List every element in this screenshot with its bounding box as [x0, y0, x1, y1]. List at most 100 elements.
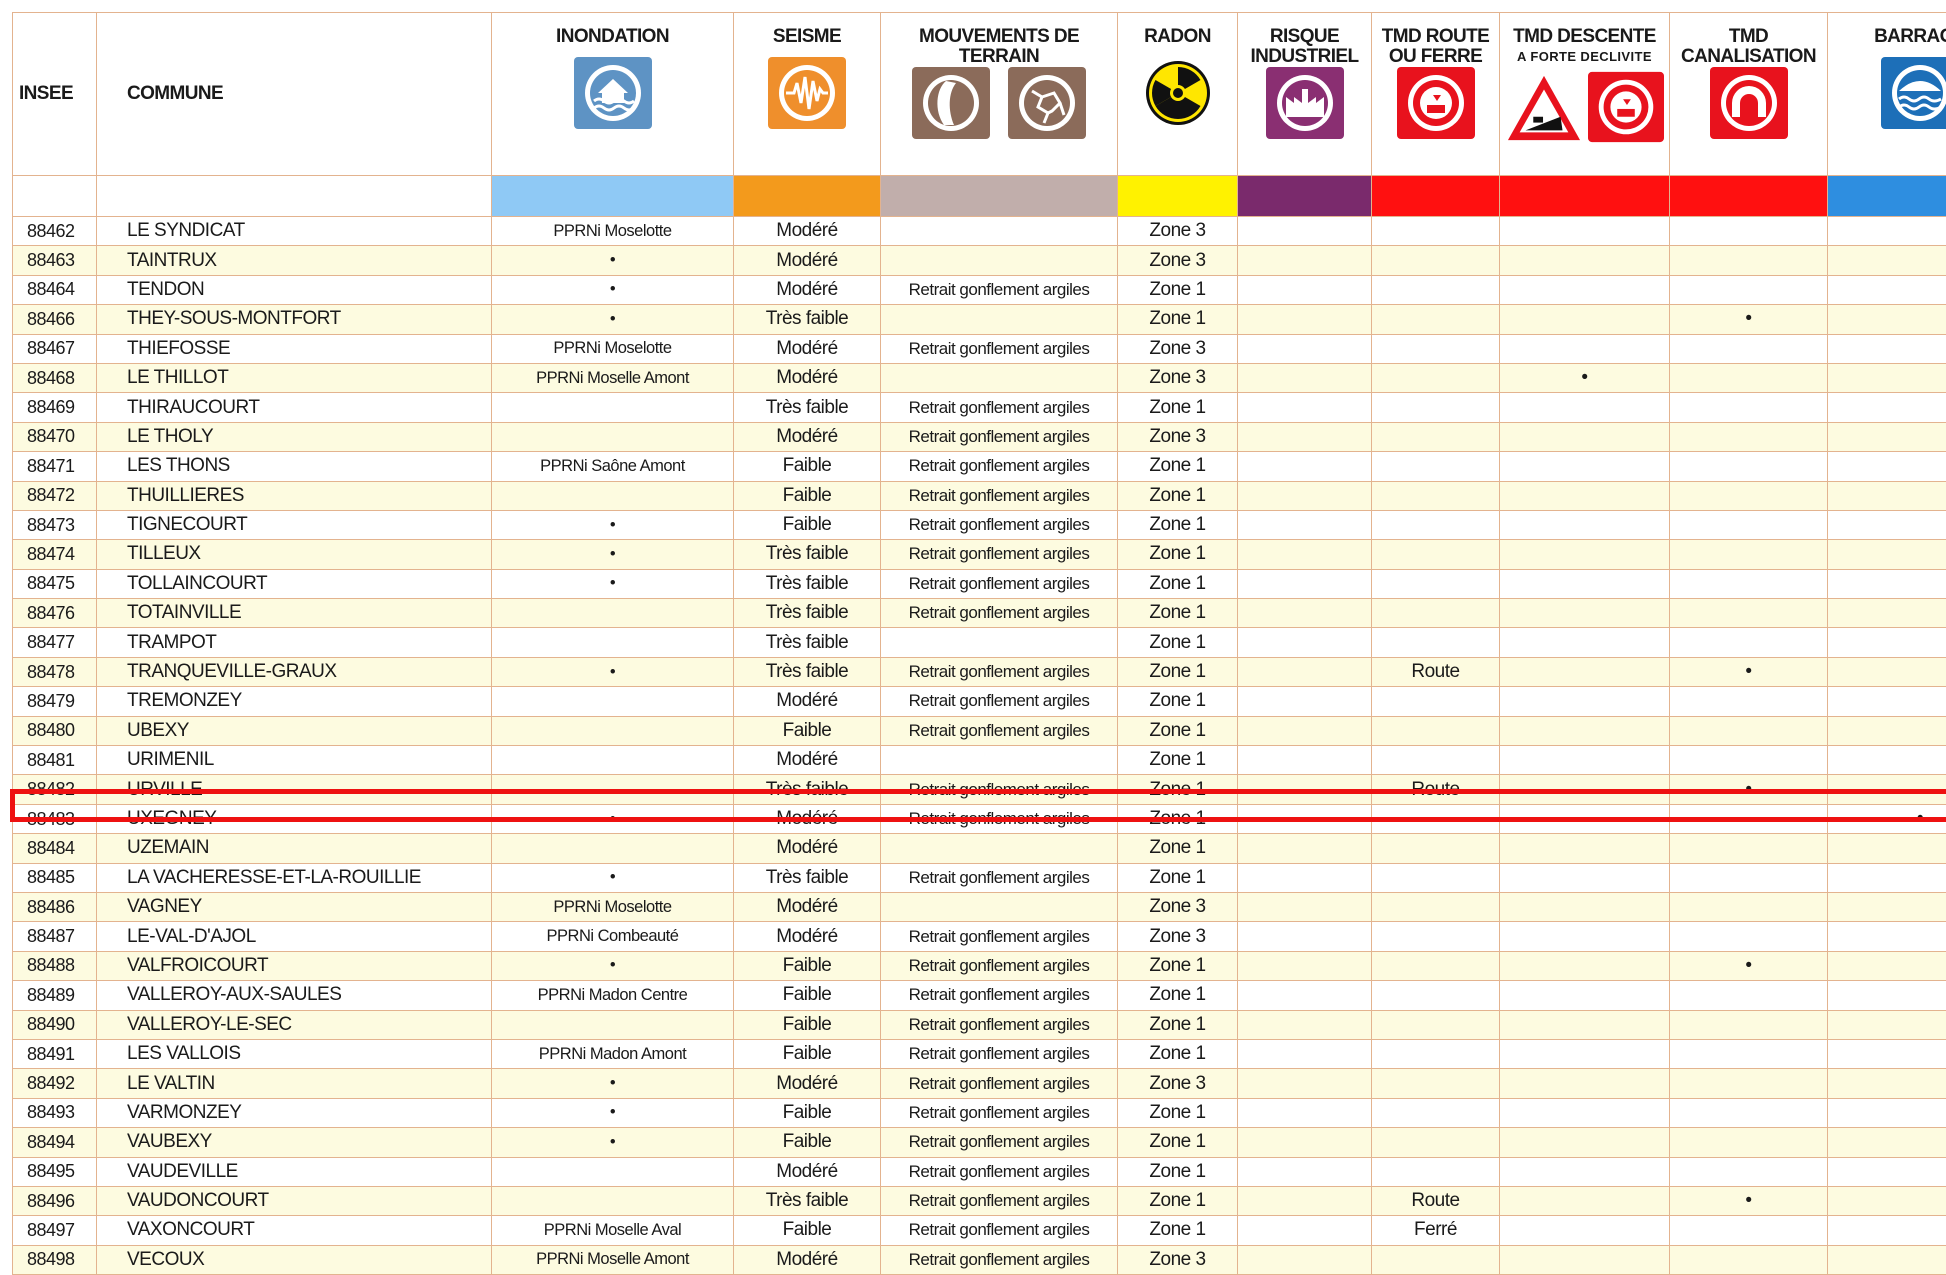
- cell-insee: 88494: [13, 1128, 97, 1157]
- cell-tmd-route: [1372, 1010, 1500, 1039]
- cell-inondation: •: [492, 657, 734, 686]
- cell-tmd-route: [1372, 422, 1500, 451]
- cell-tmd-route: [1372, 981, 1500, 1010]
- header-mouvements-label-2: TERRAIN: [959, 46, 1039, 67]
- cell-barrage: [1828, 892, 1946, 921]
- cell-tmd-descente: [1500, 657, 1670, 686]
- cell-seisme: Faible: [734, 1128, 881, 1157]
- cell-insee: 88472: [13, 481, 97, 510]
- header-seisme-label: SEISME: [773, 26, 841, 47]
- cell-tmd-canalisation: [1670, 834, 1828, 863]
- cell-commune: THUILLIERES: [97, 481, 492, 510]
- header-tmd-canal-label-2: CANALISATION: [1681, 46, 1816, 67]
- cell-tmd-canalisation: [1670, 1098, 1828, 1127]
- cell-risque-industriel: [1238, 657, 1372, 686]
- radiation-icon: [1139, 57, 1217, 129]
- cell-inondation: •: [492, 1128, 734, 1157]
- cell-barrage: [1828, 422, 1946, 451]
- cell-risque-industriel: [1238, 1245, 1372, 1274]
- cell-tmd-descente: [1500, 1186, 1670, 1215]
- cell-tmd-descente: [1500, 422, 1670, 451]
- cell-seisme: Modéré: [734, 922, 881, 951]
- cell-commune: VAGNEY: [97, 892, 492, 921]
- cell-radon: Zone 1: [1118, 540, 1238, 569]
- cell-commune: VARMONZEY: [97, 1098, 492, 1127]
- cell-insee: 88491: [13, 1039, 97, 1068]
- cell-tmd-descente: [1500, 687, 1670, 716]
- cell-radon: Zone 3: [1118, 246, 1238, 275]
- cell-inondation: PPRNi Madon Centre: [492, 981, 734, 1010]
- cell-barrage: [1828, 452, 1946, 481]
- cell-mouvements: Retrait gonflement argiles: [881, 510, 1118, 539]
- cell-risque-industriel: [1238, 305, 1372, 334]
- cell-insee: 88471: [13, 452, 97, 481]
- color-band-insee: [13, 176, 97, 217]
- cell-tmd-canalisation: [1670, 510, 1828, 539]
- cell-mouvements: Retrait gonflement argiles: [881, 1157, 1118, 1186]
- cell-tmd-route: Route: [1372, 775, 1500, 804]
- cell-barrage: [1828, 540, 1946, 569]
- cell-mouvements: Retrait gonflement argiles: [881, 481, 1118, 510]
- cell-insee: 88482: [13, 775, 97, 804]
- cell-radon: Zone 1: [1118, 452, 1238, 481]
- cell-tmd-canalisation: [1670, 1128, 1828, 1157]
- table-row: 88474TILLEUX•Très faibleRetrait gonfleme…: [13, 540, 1946, 569]
- cell-seisme: Modéré: [734, 363, 881, 392]
- table-row: 88498VECOUXPPRNi Moselle AmontModéréRetr…: [13, 1245, 1946, 1274]
- table-row: 88470LE THOLYModéréRetrait gonflement ar…: [13, 422, 1946, 451]
- color-band-mouvements: [881, 176, 1118, 217]
- cell-seisme: Modéré: [734, 892, 881, 921]
- cell-commune: THIEFOSSE: [97, 334, 492, 363]
- cell-radon: Zone 1: [1118, 981, 1238, 1010]
- cell-tmd-canalisation: [1670, 363, 1828, 392]
- cell-insee: 88486: [13, 892, 97, 921]
- cell-mouvements: Retrait gonflement argiles: [881, 275, 1118, 304]
- cell-tmd-canalisation: [1670, 275, 1828, 304]
- cell-tmd-canalisation: [1670, 1157, 1828, 1186]
- cell-tmd-descente: [1500, 1216, 1670, 1245]
- cell-barrage: [1828, 217, 1946, 246]
- cell-mouvements: Retrait gonflement argiles: [881, 1039, 1118, 1068]
- cell-commune: LE THILLOT: [97, 363, 492, 392]
- cell-risque-industriel: [1238, 1216, 1372, 1245]
- cell-commune: LE VALTIN: [97, 1069, 492, 1098]
- table-row: 88477TRAMPOTTrès faibleZone 1: [13, 628, 1946, 657]
- cell-risque-industriel: [1238, 334, 1372, 363]
- cell-seisme: Modéré: [734, 246, 881, 275]
- cell-tmd-route: [1372, 599, 1500, 628]
- cell-tmd-canalisation: [1670, 217, 1828, 246]
- cell-barrage: [1828, 1157, 1946, 1186]
- cell-tmd-descente: [1500, 1157, 1670, 1186]
- cell-barrage: [1828, 1186, 1946, 1215]
- cell-seisme: Modéré: [734, 1245, 881, 1274]
- cell-radon: Zone 1: [1118, 716, 1238, 745]
- cell-tmd-route: [1372, 217, 1500, 246]
- cell-tmd-route: [1372, 481, 1500, 510]
- cell-tmd-route: [1372, 452, 1500, 481]
- cell-insee: 88487: [13, 922, 97, 951]
- color-band-commune: [97, 176, 492, 217]
- cell-risque-industriel: [1238, 775, 1372, 804]
- header-tmd-descente: TMD DESCENTE A FORTE DECLIVITE: [1500, 13, 1670, 176]
- table-row: 88482URVILLETrès faibleRetrait gonflemen…: [13, 775, 1946, 804]
- cell-barrage: [1828, 687, 1946, 716]
- cell-barrage: [1828, 1245, 1946, 1274]
- cell-tmd-canalisation: [1670, 687, 1828, 716]
- color-band-tmd-route: [1372, 176, 1500, 217]
- cell-insee: 88483: [13, 804, 97, 833]
- table-row: 88484UZEMAINModéréZone 1: [13, 834, 1946, 863]
- color-band-seisme: [734, 176, 881, 217]
- header-tmd-route-label-1: TMD ROUTE: [1382, 26, 1490, 47]
- cell-mouvements: Retrait gonflement argiles: [881, 1098, 1118, 1127]
- cell-inondation: PPRNi Moselotte: [492, 217, 734, 246]
- cell-tmd-route: [1372, 1069, 1500, 1098]
- cell-inondation: •: [492, 1069, 734, 1098]
- dam-icon: [1881, 57, 1946, 129]
- cell-seisme: Faible: [734, 1039, 881, 1068]
- cell-tmd-descente: [1500, 1069, 1670, 1098]
- cell-commune: UXEGNEY: [97, 804, 492, 833]
- cell-radon: Zone 3: [1118, 363, 1238, 392]
- cell-inondation: PPRNi Madon Amont: [492, 1039, 734, 1068]
- cell-seisme: Modéré: [734, 275, 881, 304]
- header-inondation: INONDATION: [492, 13, 734, 176]
